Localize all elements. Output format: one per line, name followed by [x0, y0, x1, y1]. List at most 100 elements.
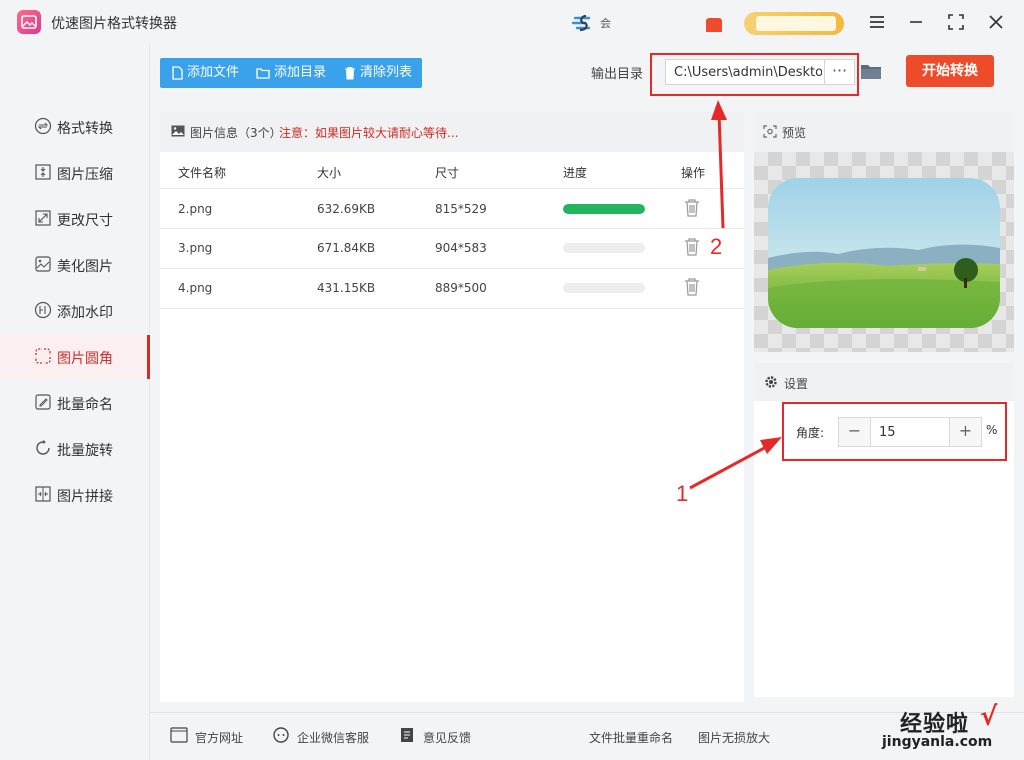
- column-header-actions: 操作: [681, 166, 706, 180]
- column-header-name: 文件名称: [178, 166, 227, 180]
- annotation-frame-angle: [782, 402, 1007, 461]
- add-file-label: 添加文件: [187, 65, 240, 80]
- preview-icon: [763, 125, 777, 138]
- minimize-icon[interactable]: [906, 12, 926, 32]
- brand-s-icon: [571, 14, 591, 32]
- progress-bar: [563, 204, 645, 214]
- settings-header: 设置: [754, 363, 1014, 401]
- sidebar-item-watermark[interactable]: 添加水印: [0, 289, 150, 333]
- beautify-icon: [35, 256, 51, 272]
- sidebar-item-label: 格式转换: [57, 121, 113, 137]
- file-name: 3.png: [178, 241, 213, 255]
- batch-rename-link[interactable]: 文件批量重命名: [589, 729, 673, 746]
- image-icon: [171, 125, 185, 137]
- watermark-sub: jingyanla.com: [882, 734, 993, 750]
- open-folder-icon[interactable]: [860, 60, 882, 82]
- trash-small-icon: [345, 67, 355, 80]
- menu-icon[interactable]: [867, 12, 887, 32]
- rename-icon: [35, 394, 51, 410]
- file-icon: [172, 66, 183, 80]
- sidebar-item-rotate[interactable]: 批量旋转: [0, 427, 150, 471]
- column-header-dims: 尺寸: [435, 166, 460, 180]
- row-divider: [160, 268, 744, 269]
- feedback-link[interactable]: 意见反馈: [423, 729, 471, 746]
- landscape-illustration: [768, 178, 1000, 328]
- row-divider: [160, 228, 744, 229]
- sidebar-item-label: 批量命名: [57, 397, 113, 413]
- resize-icon: [35, 210, 51, 226]
- settings-title: 设置: [784, 377, 809, 391]
- round-corner-icon: [35, 348, 51, 364]
- progress-fill: [563, 204, 645, 214]
- notification-badge[interactable]: [706, 18, 722, 32]
- preview-header: 预览: [754, 112, 1014, 152]
- compress-icon: [35, 164, 51, 180]
- watermark-icon: [34, 301, 52, 319]
- sidebar-item-label: 图片压缩: [57, 167, 113, 183]
- format-convert-icon: [34, 117, 52, 135]
- file-dims: 815*529: [435, 202, 487, 216]
- wechat-service-link[interactable]: 企业微信客服: [297, 729, 369, 746]
- lossless-enlarge-link[interactable]: 图片无损放大: [698, 729, 770, 746]
- sidebar-item-label: 添加水印: [57, 305, 113, 321]
- file-size: 431.15KB: [317, 281, 376, 295]
- file-dims: 904*583: [435, 241, 487, 255]
- maximize-icon[interactable]: [946, 12, 966, 32]
- sidebar-item-stitch[interactable]: 图片拼接: [0, 473, 150, 517]
- file-list-title: 图片信息（3个）: [190, 126, 282, 140]
- progress-bar: [563, 243, 645, 253]
- preview-title: 预览: [782, 126, 807, 140]
- sidebar-item-round-corner[interactable]: 图片圆角: [0, 335, 150, 379]
- file-name: 4.png: [178, 281, 213, 295]
- app-logo-icon: [17, 10, 41, 34]
- vip-button[interactable]: [744, 12, 844, 35]
- file-dims: 889*500: [435, 281, 487, 295]
- rotate-icon: [36, 440, 50, 455]
- close-icon[interactable]: [986, 12, 1006, 32]
- sidebar-item-resize[interactable]: 更改尺寸: [0, 197, 150, 241]
- brand-text: 会: [600, 17, 611, 30]
- folder-outline-icon: [256, 68, 270, 79]
- preview-panel: 预览: [754, 112, 1014, 352]
- file-list-header: 图片信息（3个） 注意：如果图片较大请耐心等待...: [160, 112, 744, 152]
- sidebar-item-rename[interactable]: 批量命名: [0, 381, 150, 425]
- stitch-icon: [35, 486, 51, 502]
- file-list-notice: 注意：如果图片较大请耐心等待...: [279, 126, 459, 140]
- delete-icon[interactable]: [684, 277, 700, 296]
- sidebar-item-label: 图片拼接: [57, 489, 113, 505]
- gear-icon: [765, 376, 777, 388]
- file-list-panel: 图片信息（3个） 注意：如果图片较大请耐心等待... 文件名称 大小 尺寸 进度…: [160, 112, 744, 702]
- sidebar-item-compress[interactable]: 图片压缩: [0, 151, 150, 195]
- progress-bar: [563, 283, 645, 293]
- delete-icon[interactable]: [684, 198, 700, 217]
- add-folder-label: 添加目录: [274, 65, 327, 80]
- clear-list-label: 清除列表: [360, 65, 413, 80]
- column-header-size: 大小: [317, 166, 342, 180]
- sidebar-item-beautify[interactable]: 美化图片: [0, 243, 150, 287]
- sidebar-item-label: 美化图片: [57, 259, 113, 275]
- delete-icon[interactable]: [684, 237, 700, 256]
- sidebar-item-label: 图片圆角: [57, 351, 113, 367]
- sidebar-item-format-convert[interactable]: 格式转换: [0, 105, 150, 149]
- website-icon: [170, 727, 188, 743]
- annotation-number-2: 2: [710, 234, 723, 259]
- output-dir-label: 输出目录: [591, 67, 644, 82]
- preview-image: [768, 178, 1000, 328]
- site-watermark: 经验啦 √ jingyanla.com: [872, 702, 1012, 756]
- file-name: 2.png: [178, 202, 213, 216]
- file-size: 632.69KB: [317, 202, 376, 216]
- app-title: 优速图片格式转换器: [51, 16, 177, 32]
- wechat-service-icon: [273, 727, 289, 743]
- file-size: 671.84KB: [317, 241, 376, 255]
- feedback-icon: [401, 728, 413, 742]
- annotation-frame-output: [650, 53, 859, 96]
- vip-inner: [756, 16, 836, 31]
- title-bar: 优速图片格式转换器 会: [0, 0, 1024, 45]
- start-convert-button[interactable]: 开始转换: [906, 55, 994, 87]
- website-link[interactable]: 官方网址: [195, 729, 243, 746]
- file-toolbar: 添加文件 添加目录 清除列表: [160, 58, 422, 88]
- annotation-number-1: 1: [676, 481, 689, 506]
- row-divider: [160, 188, 744, 189]
- watermark-check: √: [980, 702, 998, 732]
- sidebar-item-label: 批量旋转: [57, 443, 113, 459]
